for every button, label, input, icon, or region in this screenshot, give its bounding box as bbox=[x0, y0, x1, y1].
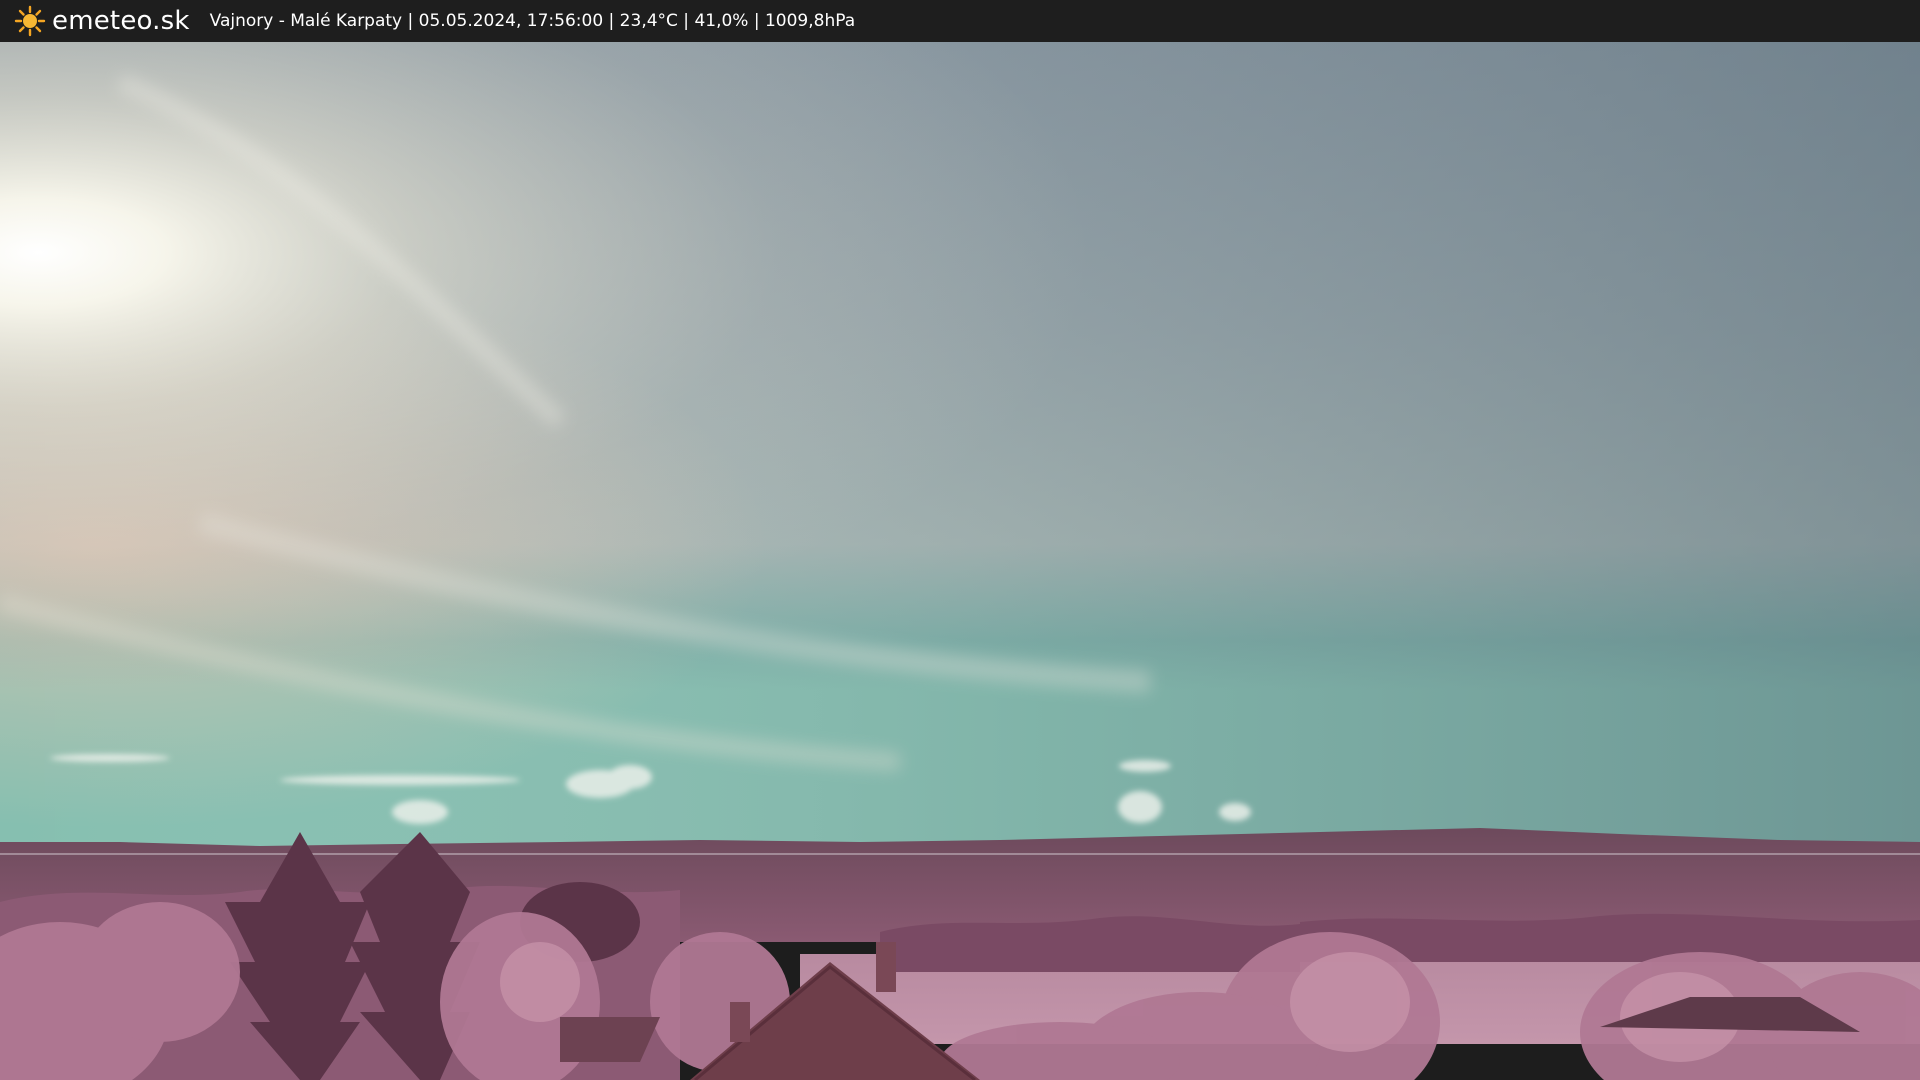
sun-icon bbox=[14, 5, 46, 37]
webcam-frame: emeteo.sk Vajnory - Malé Karpaty | 05.05… bbox=[0, 0, 1920, 1080]
webcam-image bbox=[0, 42, 1920, 1080]
caption-bar: emeteo.sk Vajnory - Malé Karpaty | 05.05… bbox=[0, 0, 1920, 42]
site-logo-text: emeteo.sk bbox=[52, 6, 190, 36]
station-caption: Vajnory - Malé Karpaty | 05.05.2024, 17:… bbox=[209, 11, 856, 31]
